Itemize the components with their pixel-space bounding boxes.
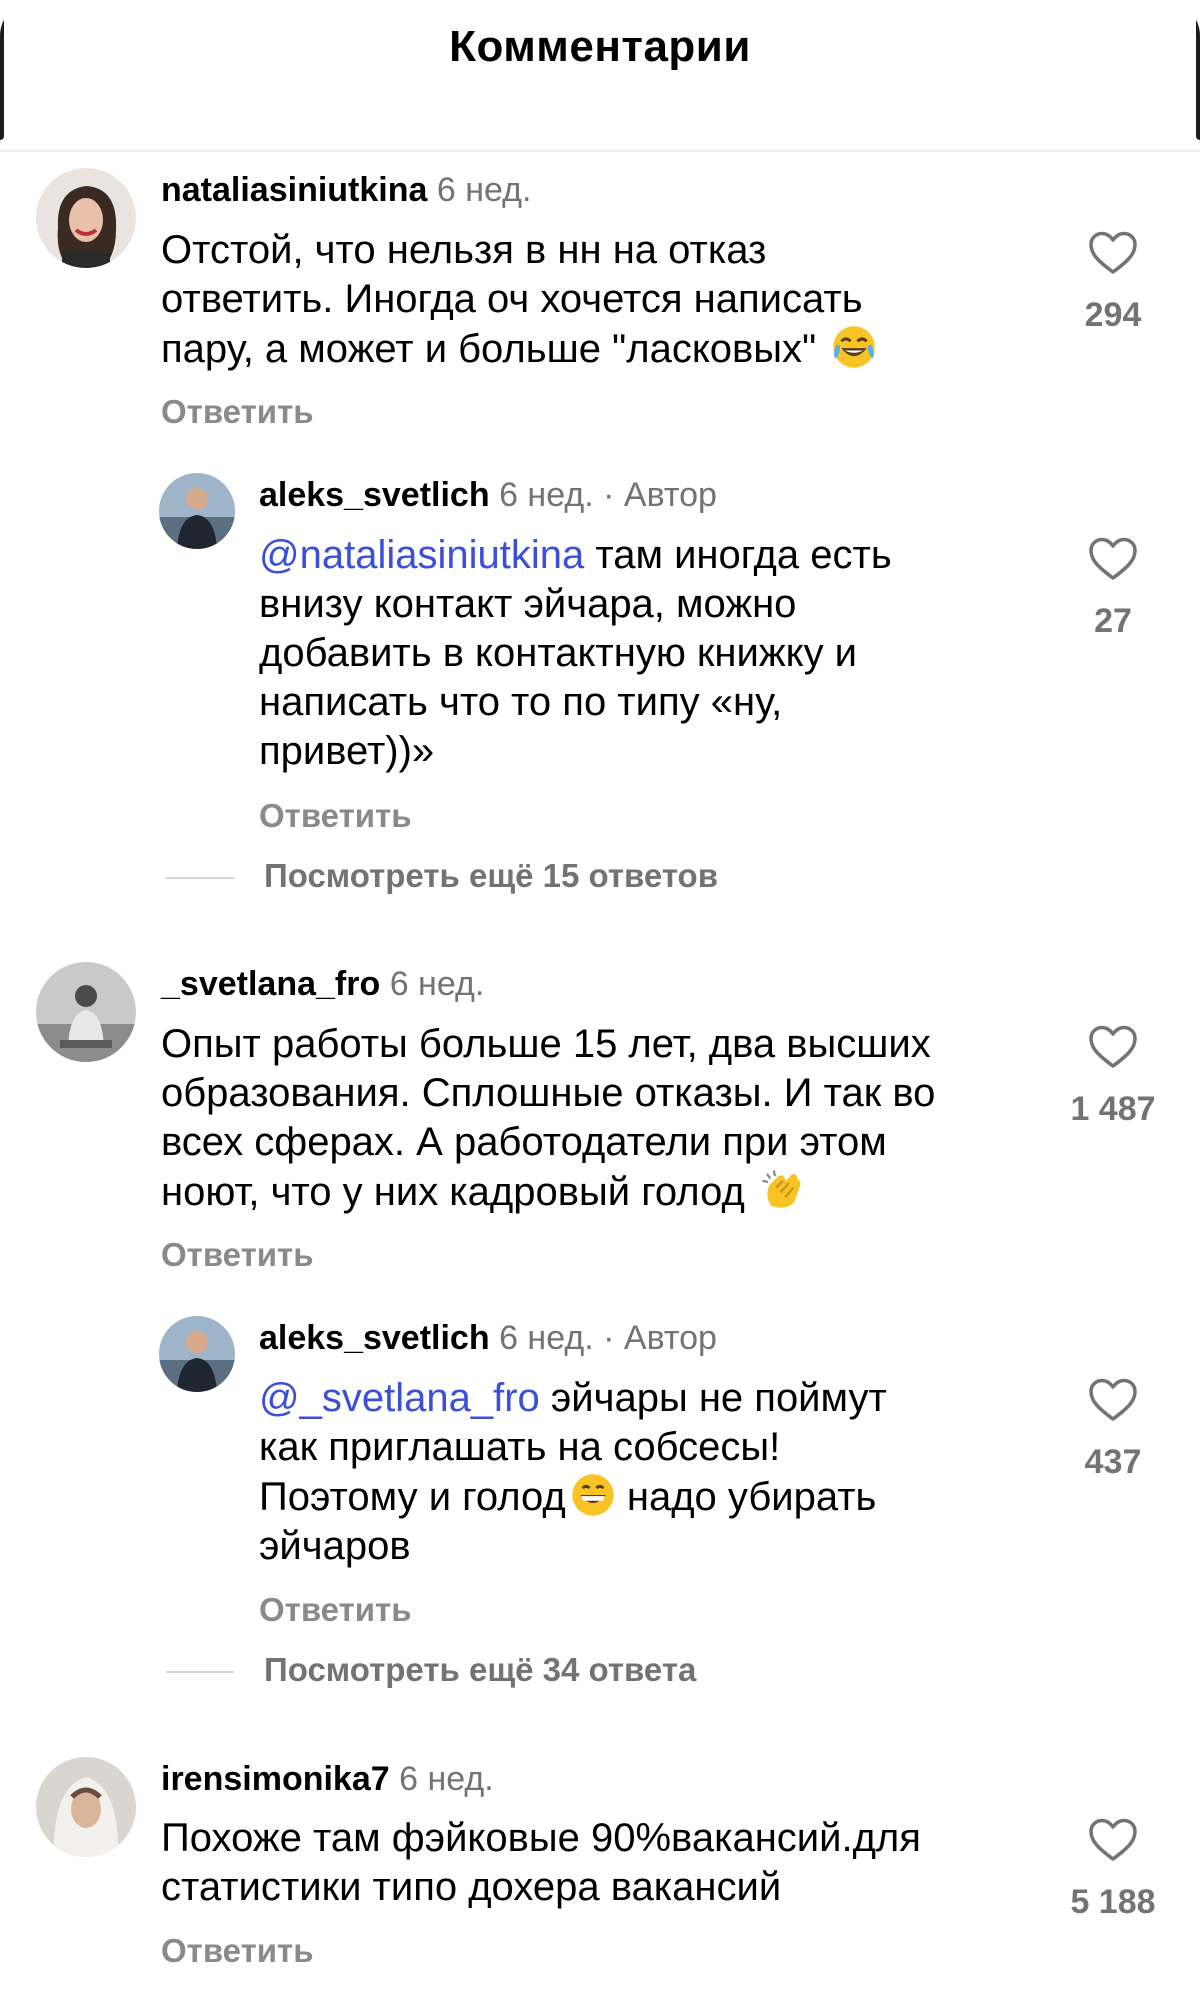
comment-text: @nataliasiniutkina там иногда есть внизу… xyxy=(259,531,1059,776)
avatar[interactable] xyxy=(36,168,136,268)
text-line: Опыт работы больше 15 лет, два высших xyxy=(161,1022,931,1066)
username[interactable]: aleks_svetlich xyxy=(259,1319,490,1357)
mention-link[interactable]: @_svetlana_fro xyxy=(259,1376,540,1420)
timestamp: 6 нед. xyxy=(499,1319,594,1357)
text-line-part: эйчары не поймут xyxy=(539,1376,887,1420)
username[interactable]: nataliasiniutkina xyxy=(161,171,427,209)
like-count: 1 487 xyxy=(1070,1090,1156,1128)
tears-of-joy-emoji xyxy=(831,324,877,370)
heart-icon xyxy=(1089,1818,1137,1861)
text-line: ответить. Иногда оч хочется написать xyxy=(161,277,863,321)
heart-icon xyxy=(1089,1025,1137,1068)
text-line-part: надо убирать xyxy=(615,1475,877,1519)
like-count: 437 xyxy=(1084,1443,1142,1481)
text-line: Поэтому и голод надо убирать xyxy=(259,1472,1059,1522)
view-more-replies-button[interactable]: Посмотреть ещё 34 ответа xyxy=(166,1651,696,1689)
username[interactable]: _svetlana_fro xyxy=(161,965,380,1003)
text-line: @_svetlana_fro эйчары не поймут xyxy=(259,1374,1059,1423)
avatar[interactable] xyxy=(36,962,136,1062)
comment-meta: nataliasiniutkina 6 нед. xyxy=(161,171,531,210)
text-line: привет))» xyxy=(259,729,435,773)
text-line: эйчаров xyxy=(259,1524,411,1568)
comment-meta: aleks_svetlich 6 нед. · Автор xyxy=(259,476,717,515)
text-line: ноют, что у них кадровый голод xyxy=(161,1167,1061,1217)
like-button[interactable]: 294 xyxy=(1058,230,1168,335)
username[interactable]: irensimonika7 xyxy=(161,1760,390,1798)
like-button[interactable]: 27 xyxy=(1058,536,1168,641)
sheet-header: Комментарии xyxy=(0,0,1200,152)
comment-text: Отстой, что нельзя в нн на отказ ответит… xyxy=(161,226,1061,374)
avatar[interactable] xyxy=(159,473,235,549)
text-line-part: Поэтому и голод xyxy=(259,1475,566,1519)
timestamp: 6 нед. xyxy=(499,476,594,514)
like-button[interactable]: 1 487 xyxy=(1058,1024,1168,1129)
reply-button[interactable]: Ответить xyxy=(161,1932,314,1970)
view-more-replies-button[interactable]: Посмотреть ещё 15 ответов xyxy=(166,857,718,895)
text-line: образования. Сплошные отказы. И так во xyxy=(161,1071,936,1115)
view-more-label: Посмотреть ещё 15 ответов xyxy=(264,857,718,894)
comment-meta: aleks_svetlich 6 нед. · Автор xyxy=(259,1319,717,1358)
comment-meta: irensimonika7 6 нед. xyxy=(161,1760,494,1799)
thread-line xyxy=(166,1671,234,1674)
text-line: Отстой, что нельзя в нн на отказ xyxy=(161,228,767,272)
text-line: статистики типо дохера вакансий xyxy=(161,1865,782,1909)
timestamp: 6 нед. xyxy=(436,171,532,209)
heart-icon xyxy=(1089,1378,1137,1421)
view-more-label: Посмотреть ещё 34 ответа xyxy=(264,1651,697,1688)
like-count: 5 188 xyxy=(1070,1883,1156,1921)
text-line-part: ноют, что у них кадровый голод xyxy=(161,1170,745,1214)
text-line: Похоже там фэйковые 90%вакансий.для xyxy=(161,1816,921,1860)
text-line-part: пару, а может и больше "ласковых" xyxy=(161,327,817,371)
text-line: внизу контакт эйчара, можно xyxy=(259,582,797,626)
heart-icon xyxy=(1089,537,1137,580)
username[interactable]: aleks_svetlich xyxy=(259,476,490,514)
grinning-emoji xyxy=(570,1472,616,1518)
like-button[interactable]: 437 xyxy=(1058,1377,1168,1482)
text-line: пару, а может и больше "ласковых" xyxy=(161,324,1061,374)
reply-button[interactable]: Ответить xyxy=(161,1236,314,1274)
comment-meta: _svetlana_fro 6 нед. xyxy=(161,965,484,1004)
like-count: 294 xyxy=(1084,296,1142,334)
reply-button[interactable]: Ответить xyxy=(259,1591,412,1629)
thread-line xyxy=(166,877,234,880)
clapping-hands-emoji xyxy=(760,1167,806,1213)
like-count: 27 xyxy=(1094,602,1132,640)
comment-text: Похоже там фэйковые 90%вакансий.для стат… xyxy=(161,1814,1061,1912)
page-title: Комментарии xyxy=(449,22,751,71)
text-line: добавить в контактную книжку и xyxy=(259,631,858,675)
text-line: как приглашать на собсесы! xyxy=(259,1425,781,1469)
text-line: всех сферах. А работодатели при этом xyxy=(161,1120,887,1164)
avatar[interactable] xyxy=(159,1316,235,1392)
timestamp: 6 нед. xyxy=(399,1760,494,1798)
author-badge: · Автор xyxy=(603,476,717,514)
like-button[interactable]: 5 188 xyxy=(1058,1817,1168,1922)
comment-text: Опыт работы больше 15 лет, два высших об… xyxy=(161,1020,1061,1217)
comments-sheet: Комментарии nataliasiniutkina 6 нед. Отс… xyxy=(0,0,1200,1991)
heart-icon xyxy=(1089,231,1137,274)
text-line: написать что то по типу «ну, xyxy=(259,680,783,724)
timestamp: 6 нед. xyxy=(389,965,485,1003)
text-line-part: там иногда есть xyxy=(584,533,892,577)
reply-button[interactable]: Ответить xyxy=(259,797,412,835)
mention-link[interactable]: @nataliasiniutkina xyxy=(259,533,584,577)
comment-text: @_svetlana_fro эйчары не поймут как приг… xyxy=(259,1374,1059,1571)
reply-button[interactable]: Ответить xyxy=(161,393,314,431)
avatar[interactable] xyxy=(36,1757,136,1857)
author-badge: · Автор xyxy=(603,1319,717,1357)
text-line: @nataliasiniutkina там иногда есть xyxy=(259,531,1059,580)
